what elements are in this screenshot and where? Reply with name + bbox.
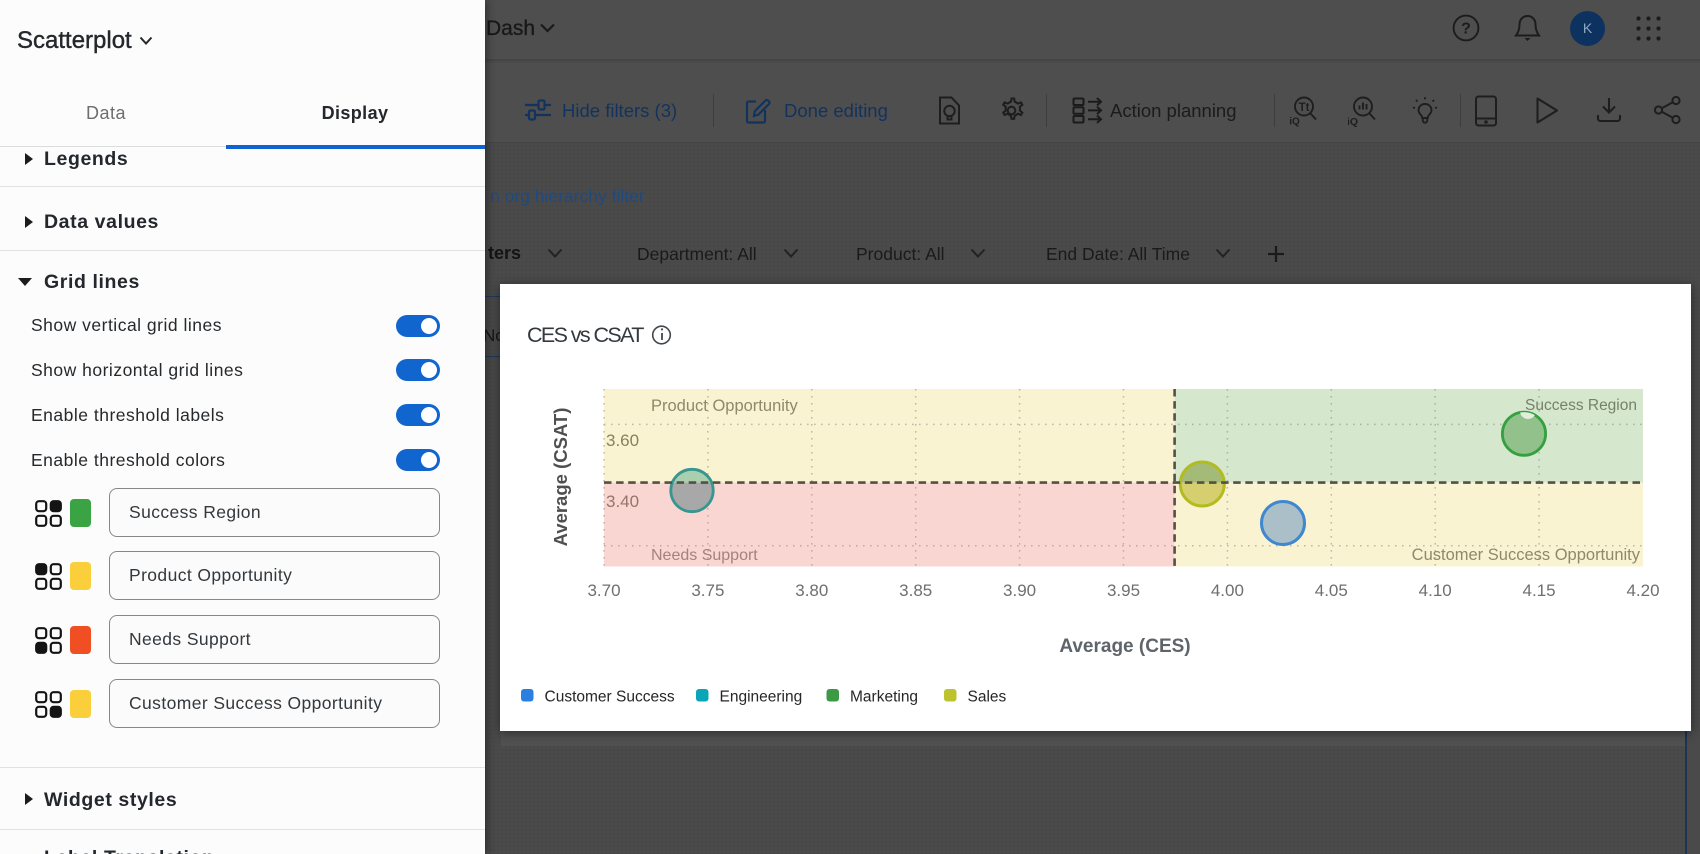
svg-text:iQ: iQ: [1289, 117, 1300, 128]
svg-text:Success Region: Success Region: [1525, 397, 1637, 414]
svg-text:iQ: iQ: [1348, 116, 1358, 127]
svg-text:Customer Success: Customer Success: [545, 689, 675, 706]
svg-text:Needs Support: Needs Support: [651, 547, 758, 564]
svg-text:?: ?: [1461, 21, 1471, 38]
svg-text:CES vs CSAT: CES vs CSAT: [527, 323, 644, 347]
svg-text:3.95: 3.95: [1107, 581, 1140, 600]
svg-text:Average (CSAT): Average (CSAT): [550, 408, 571, 547]
svg-text:Product Opportunity: Product Opportunity: [651, 397, 798, 415]
svg-text:Sales: Sales: [968, 689, 1007, 706]
svg-text:3.80: 3.80: [795, 581, 828, 600]
svg-text:4.00: 4.00: [1211, 581, 1244, 600]
svg-text:3.40: 3.40: [606, 492, 639, 511]
svg-text:3.85: 3.85: [899, 581, 932, 600]
svg-text:Average (CES): Average (CES): [1059, 636, 1190, 657]
svg-text:4.15: 4.15: [1523, 581, 1556, 600]
svg-text:Marketing: Marketing: [850, 689, 918, 706]
svg-text:3.70: 3.70: [587, 581, 620, 600]
svg-text:4.20: 4.20: [1626, 581, 1659, 600]
svg-text:4.10: 4.10: [1419, 581, 1452, 600]
svg-text:3.60: 3.60: [606, 431, 639, 450]
svg-text:Engineering: Engineering: [720, 689, 803, 706]
svg-text:4.05: 4.05: [1315, 581, 1348, 600]
svg-text:Tt: Tt: [1299, 102, 1310, 114]
svg-text:3.90: 3.90: [1003, 581, 1036, 600]
svg-text:Customer Success Opportunity: Customer Success Opportunity: [1412, 546, 1641, 564]
svg-text:3.75: 3.75: [691, 581, 724, 600]
